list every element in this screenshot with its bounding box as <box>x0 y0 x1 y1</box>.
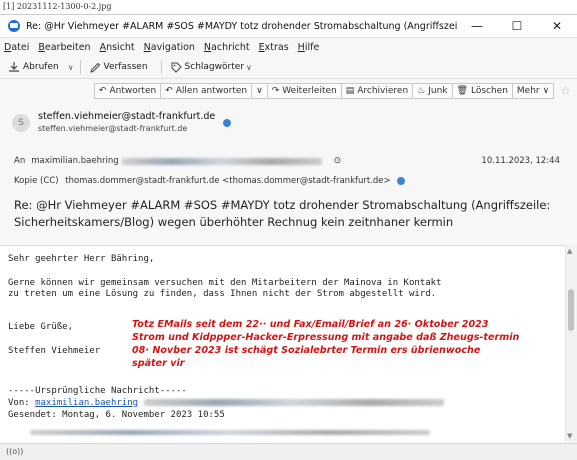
compose-label: Verfassen <box>103 62 148 72</box>
menu-navigation[interactable]: Navigation <box>144 42 195 53</box>
archive-button[interactable]: ▤ Archivieren <box>340 83 414 99</box>
body-regards: Liebe Grüße, <box>8 322 74 332</box>
reply-icon: ↶ <box>98 86 107 96</box>
scrollbar-thumb[interactable] <box>568 289 574 331</box>
reply-dropdown-button[interactable]: ∨ <box>251 83 268 99</box>
download-icon <box>9 62 19 72</box>
body-scrollbar[interactable]: ▲ ▼ <box>565 245 577 442</box>
menu-extras[interactable]: Extras <box>259 42 289 53</box>
minimize-button[interactable]: — <box>457 19 497 33</box>
reply-button[interactable]: ↶ Antworten <box>93 83 162 99</box>
to-row: An maximilian.baehring ⊙ 10.11.2023, 12:… <box>14 156 564 166</box>
chevron-down-icon: ∨ <box>542 86 550 96</box>
fetch-dropdown-icon[interactable]: ∨ <box>68 63 74 72</box>
body-paragraph-line: zu treten um eine Lösung zu finden, dass… <box>8 289 437 299</box>
redacted-address <box>144 399 445 406</box>
contact-icon[interactable]: ⊙ <box>334 156 342 166</box>
tags-button[interactable]: Schlagwörter ∨ <box>168 60 255 75</box>
quote-from: Von: maximilian.baehring <box>8 398 445 408</box>
junk-icon: ♨ <box>417 86 426 96</box>
reply-all-button[interactable]: ↶ Allen antworten <box>160 83 253 99</box>
annotation-line: Strom und Kidppper-Hacker-Erpressung mit… <box>132 332 520 343</box>
chevron-down-icon: ∨ <box>245 62 252 72</box>
fetch-label: Abrufen <box>23 62 59 72</box>
to-label: An <box>14 156 26 166</box>
menu-datei[interactable]: Datei <box>4 42 29 53</box>
message-body: Sehr geehrter Herr Bähring, Gerne können… <box>0 245 566 443</box>
cc-row: Kopie (CC) thomas.dommer@stadt-frankfurt… <box>14 176 406 186</box>
more-label: Mehr <box>516 86 540 96</box>
file-caption: [1] 20231112-1300-0-2.jpg <box>0 0 577 14</box>
junk-button[interactable]: ♨ Junk <box>412 83 453 99</box>
redacted-line <box>30 430 430 435</box>
body-signature: Steffen Viehmeier <box>8 346 101 356</box>
forward-label: Weiterleiten <box>282 86 337 96</box>
reply-all-label: Allen antworten <box>175 86 248 96</box>
status-bar: ((o)) <box>0 443 577 460</box>
quote-separator: -----Ursprüngliche Nachricht----- <box>8 386 187 396</box>
close-button[interactable]: ✕ <box>537 19 577 33</box>
chevron-down-icon: ∨ <box>256 86 263 96</box>
title-bar: Re: @Hr Viehmeyer #ALARM #SOS #MAYDY tot… <box>0 15 577 38</box>
forward-icon: ↷ <box>271 86 280 96</box>
annotation-line: 08· Novber 2023 ist schägt Sozialebrter … <box>132 345 481 356</box>
message-subject: Re: @Hr Viehmeyer #ALARM #SOS #MAYDY tot… <box>14 198 551 229</box>
star-icon[interactable]: ☆ <box>560 84 571 98</box>
quote-from-link[interactable]: maximilian.baehring <box>35 398 138 408</box>
sender-name[interactable]: steffen.viehmeier@stadt-frankfurt.de <box>38 111 215 123</box>
to-address[interactable]: maximilian.baehring <box>31 156 118 166</box>
compose-button[interactable]: Verfassen <box>87 60 151 75</box>
message-actions: ↶ Antworten ↶ Allen antworten ∨ ↷ Weiterlei… <box>93 83 571 99</box>
cc-address[interactable]: thomas.dommer@stadt-frankfurt.de <thomas… <box>65 176 390 186</box>
thunderbird-icon <box>8 20 20 32</box>
menu-ansicht[interactable]: Ansicht <box>100 42 135 53</box>
forward-button[interactable]: ↷ Weiterleiten <box>266 83 342 99</box>
redacted-address <box>121 157 322 165</box>
toolbar-divider <box>79 60 81 74</box>
message-header: ↶ Antworten ↶ Allen antworten ∨ ↷ Weiterlei… <box>0 79 577 259</box>
window-title: Re: @Hr Viehmeyer #ALARM #SOS #MAYDY tot… <box>26 20 457 32</box>
reply-label: Antworten <box>109 86 157 96</box>
delete-label: Löschen <box>470 86 508 96</box>
mail-window: Re: @Hr Viehmeyer #ALARM #SOS #MAYDY tot… <box>0 14 577 460</box>
trash-icon: 🗑 <box>456 86 468 96</box>
main-toolbar: Abrufen ∨ Verfassen Schlagwörter ∨ <box>0 56 577 79</box>
pencil-icon <box>89 62 100 73</box>
date-label: 10.11.2023, 12:44 <box>481 156 560 166</box>
tags-label: Schlagwörter <box>184 62 244 72</box>
maximize-button[interactable]: ☐ <box>497 19 537 33</box>
junk-label: Junk <box>428 86 448 96</box>
cc-label: Kopie (CC) <box>14 176 59 186</box>
reply-all-icon: ↶ <box>165 86 173 96</box>
menu-bearbeiten[interactable]: Bearbeiten <box>38 42 90 53</box>
annotation-line: Totz EMails seit dem 22·· und Fax/Email/… <box>132 319 489 330</box>
annotation-line: später vir <box>132 358 185 369</box>
add-contact-icon[interactable] <box>223 118 232 127</box>
menu-hilfe[interactable]: Hilfe <box>298 42 320 53</box>
avatar: S <box>12 113 30 132</box>
cc-contact-icon[interactable] <box>397 176 406 185</box>
activity-icon: ((o)) <box>6 447 24 456</box>
archive-icon: ▤ <box>345 86 355 96</box>
archive-label: Archivieren <box>357 86 409 96</box>
fetch-button[interactable]: Abrufen <box>5 59 62 75</box>
body-greeting: Sehr geehrter Herr Bähring, <box>8 254 155 264</box>
quote-from-label: Von: <box>8 398 36 408</box>
tag-icon <box>171 62 182 73</box>
body-paragraph-line: Gerne können wir gemeinsam versuchen mit… <box>8 278 442 288</box>
more-button[interactable]: Mehr ∨ <box>511 83 555 99</box>
menu-bar: Datei Bearbeiten Ansicht Navigation Nach… <box>0 38 577 56</box>
menu-nachricht[interactable]: Nachricht <box>204 42 250 53</box>
delete-button[interactable]: 🗑 Löschen <box>451 83 513 99</box>
sender-block: S steffen.viehmeier@stadt-frankfurt.de s… <box>12 111 232 134</box>
scroll-down-icon[interactable]: ▼ <box>567 432 572 440</box>
quote-sent: Gesendet: Montag, 6. November 2023 10:55 <box>8 410 225 420</box>
sender-address[interactable]: steffen.viehmeier@stadt-frankfurt.de <box>38 123 215 134</box>
toolbar-divider <box>160 60 162 74</box>
scroll-up-icon[interactable]: ▲ <box>567 247 572 255</box>
